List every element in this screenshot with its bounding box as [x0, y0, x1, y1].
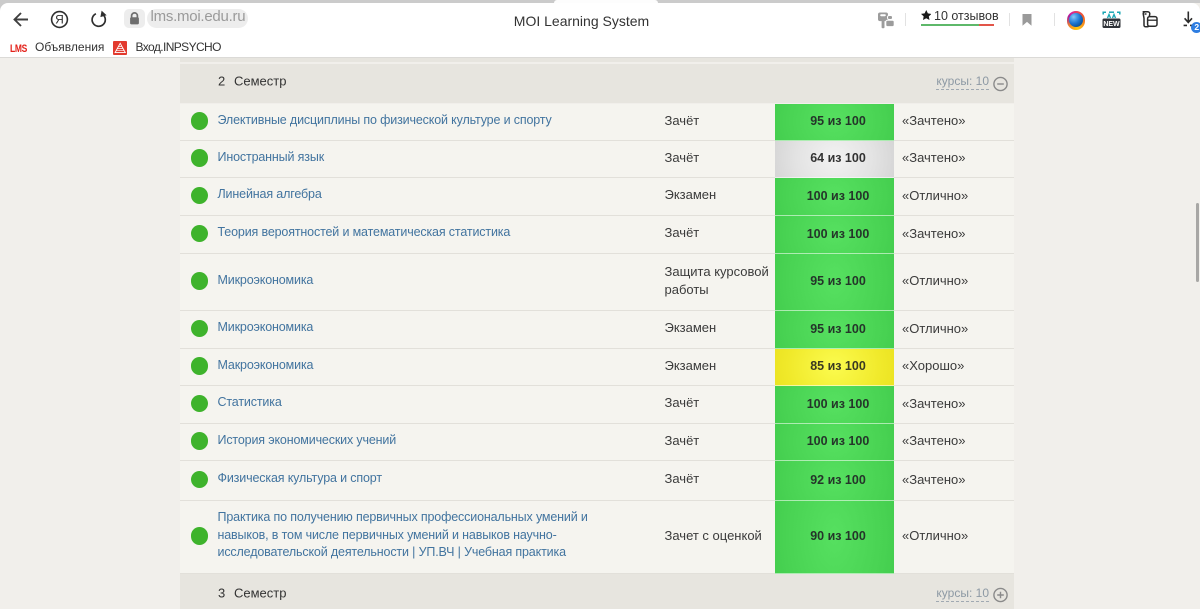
svg-text:Я: Я — [55, 13, 64, 27]
svg-text:NEW: NEW — [1103, 21, 1120, 28]
